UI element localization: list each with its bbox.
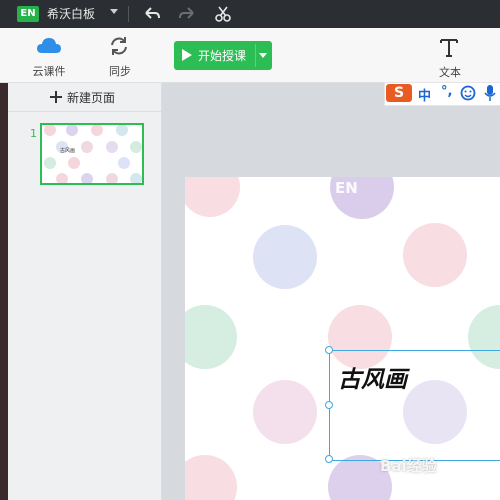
ime-language-toggle[interactable]: 中 — [418, 85, 431, 104]
baidu-watermark: Bai经验 — [380, 457, 437, 475]
title-divider — [128, 6, 129, 22]
page-thumbnail[interactable] — [40, 123, 144, 185]
chevron-down-icon[interactable] — [259, 53, 267, 58]
start-button-divider — [255, 44, 256, 67]
start-class-label: 开始授课 — [198, 49, 247, 63]
cloud-courseware-button[interactable]: 云课件 — [28, 63, 70, 79]
slide-title-text[interactable]: 古风画 — [338, 360, 407, 394]
resize-handle[interactable] — [325, 346, 333, 354]
redo-icon[interactable] — [178, 6, 196, 22]
smiley-icon[interactable] — [460, 85, 476, 101]
app-title[interactable]: 希沃白板 — [47, 5, 95, 22]
chevron-down-icon[interactable] — [110, 9, 118, 14]
thumbnail-pattern — [44, 125, 142, 183]
play-icon — [182, 49, 192, 61]
resize-handle[interactable] — [325, 401, 333, 409]
window-edge — [0, 83, 8, 500]
ime-punctuation-toggle[interactable]: °, — [441, 84, 452, 99]
text-tool-button[interactable]: 文本 — [434, 64, 466, 80]
undo-icon[interactable] — [143, 6, 161, 22]
sync-button[interactable]: 同步 — [104, 63, 136, 79]
scissors-icon[interactable] — [214, 5, 232, 23]
resize-handle[interactable] — [325, 455, 333, 463]
canvas-watermark-logo: EN — [335, 179, 358, 197]
sync-icon[interactable] — [108, 36, 130, 56]
app-logo: EN — [17, 6, 39, 22]
sogou-logo[interactable]: S — [386, 84, 412, 102]
page-number: 1 — [30, 127, 37, 140]
text-icon[interactable] — [439, 37, 459, 57]
plus-icon — [50, 91, 62, 103]
thumbnail-title: 古风画 — [60, 148, 76, 154]
new-page-label: 新建页面 — [67, 91, 116, 105]
microphone-icon[interactable] — [484, 84, 496, 102]
cloud-icon[interactable] — [36, 37, 62, 55]
